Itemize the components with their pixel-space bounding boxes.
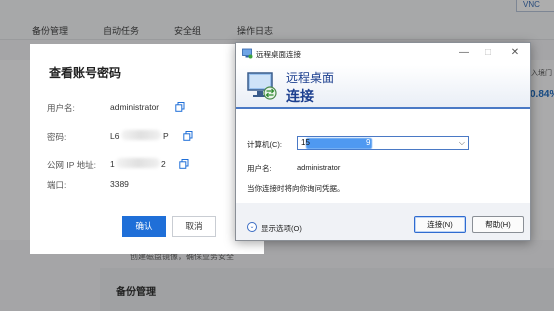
close-icon[interactable]: ✕ <box>508 47 522 58</box>
show-options-link[interactable]: 显示选项(O) <box>261 223 302 234</box>
confirm-button[interactable]: 确认 <box>122 216 166 237</box>
password-value-start: L6 <box>110 131 120 141</box>
computer-selection-highlight <box>306 138 372 149</box>
password-label: 密码: <box>47 132 67 142</box>
copy-icon[interactable] <box>175 102 185 112</box>
dialog-title: 查看账号密码 <box>49 66 122 80</box>
copy-icon[interactable] <box>183 131 193 141</box>
computer-value-start: 15 <box>301 138 310 147</box>
help-button[interactable]: 帮助(H) <box>472 216 524 233</box>
password-value-end: P <box>163 131 169 141</box>
remote-desktop-window: 远程桌面连接 — □ ✕ 远程桌面 连接 计算机(C): 15 9 ⌵ 用户名:… <box>235 42 531 241</box>
rdp-titlebar[interactable]: 远程桌面连接 — □ ✕ <box>236 43 530 65</box>
minimize-icon[interactable]: — <box>457 47 471 58</box>
computer-label: 计算机(C): <box>247 140 282 149</box>
rdp-header-line1: 远程桌面 <box>286 71 335 85</box>
connect-button[interactable]: 连接(N) <box>414 216 466 233</box>
public-ip-value-start: 1 <box>110 159 115 169</box>
username-label: 用户名: <box>47 103 75 113</box>
port-value: 3389 <box>110 179 129 189</box>
computer-value-end: 9 <box>366 138 371 147</box>
rdp-header-line2: 连接 <box>286 88 314 104</box>
password-redaction <box>121 130 161 140</box>
expand-options-icon[interactable]: ⌄ <box>247 222 257 232</box>
account-password-dialog: 查看账号密码 用户名: administrator 密码: L6 P 公网 IP… <box>30 44 264 254</box>
remote-desktop-icon <box>247 72 277 100</box>
chevron-down-icon[interactable]: ⌵ <box>459 138 465 148</box>
rdp-username-label: 用户名: <box>247 164 272 173</box>
public-ip-label: 公网 IP 地址: <box>47 160 96 170</box>
computer-combobox[interactable]: 15 9 ⌵ <box>297 136 469 150</box>
credential-note: 当你连接时将向你询问凭据。 <box>247 184 345 193</box>
ip-redaction <box>116 158 160 168</box>
rdp-app-icon <box>242 48 253 59</box>
cancel-button[interactable]: 取消 <box>172 216 216 237</box>
copy-icon[interactable] <box>179 159 189 169</box>
username-value: administrator <box>110 102 160 112</box>
public-ip-value-end: 2 <box>161 159 166 169</box>
rdp-banner <box>236 65 530 109</box>
port-label: 端口: <box>47 180 67 190</box>
rdp-username-value: administrator <box>297 163 341 172</box>
maximize-icon: □ <box>484 47 492 58</box>
rdp-title: 远程桌面连接 <box>256 50 301 59</box>
